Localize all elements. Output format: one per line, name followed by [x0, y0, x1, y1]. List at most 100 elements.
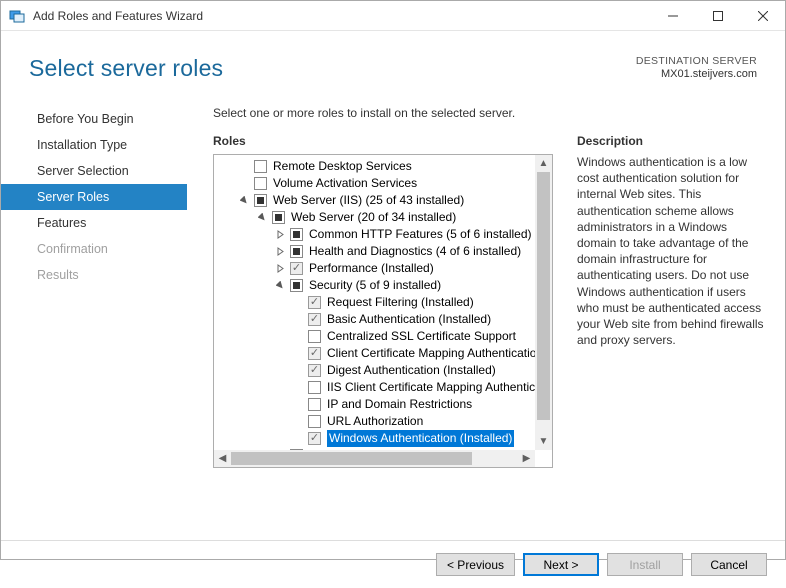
checkbox[interactable]: [308, 415, 321, 428]
tree-node[interactable]: Common HTTP Features (5 of 6 installed): [218, 226, 552, 243]
tree-node[interactable]: Security (5 of 9 installed): [218, 277, 552, 294]
checkbox[interactable]: [272, 211, 285, 224]
maximize-button[interactable]: [695, 1, 740, 31]
tree-node-label: URL Authorization: [327, 413, 423, 430]
nav-item-server-selection[interactable]: Server Selection: [1, 158, 187, 184]
checkbox[interactable]: [254, 160, 267, 173]
horizontal-scrollbar[interactable]: ◀ ▶: [214, 450, 535, 467]
description-text: Windows authentication is a low cost aut…: [577, 154, 767, 348]
tree-node[interactable]: Remote Desktop Services: [218, 158, 552, 175]
tree-node[interactable]: Basic Authentication (Installed): [218, 311, 552, 328]
tree-node[interactable]: Digest Authentication (Installed): [218, 362, 552, 379]
checkbox[interactable]: [254, 177, 267, 190]
tree-node-label: IIS Client Certificate Mapping Authentic: [327, 379, 535, 396]
destination-label: DESTINATION SERVER: [636, 55, 757, 67]
header: Select server roles DESTINATION SERVER M…: [1, 31, 785, 100]
tree-node-label: IP and Domain Restrictions: [327, 396, 472, 413]
tree-node-label: Performance (Installed): [309, 260, 434, 277]
close-button[interactable]: [740, 1, 785, 31]
previous-button[interactable]: < Previous: [436, 553, 515, 576]
tree-node-label: Common HTTP Features (5 of 6 installed): [309, 226, 532, 243]
tree-node-label: Windows Authentication (Installed): [327, 430, 514, 447]
vertical-scrollbar[interactable]: ▲ ▼: [535, 155, 552, 450]
tree-node-label: Remote Desktop Services: [273, 158, 412, 175]
tree-node-label: Digest Authentication (Installed): [327, 362, 496, 379]
nav-item-server-roles[interactable]: Server Roles: [1, 184, 187, 210]
tree-node-label: Centralized SSL Certificate Support: [327, 328, 516, 345]
scroll-down-icon[interactable]: ▼: [535, 433, 552, 450]
nav-item-features[interactable]: Features: [1, 210, 187, 236]
expander-placeholder: [238, 178, 250, 190]
window-title: Add Roles and Features Wizard: [33, 9, 650, 23]
checkbox[interactable]: [308, 381, 321, 394]
expand-icon[interactable]: [274, 246, 286, 258]
checkbox[interactable]: [254, 194, 267, 207]
expander-placeholder: [292, 331, 304, 343]
collapse-icon[interactable]: [274, 280, 286, 292]
expander-placeholder: [292, 348, 304, 360]
expander-placeholder: [292, 416, 304, 428]
checkbox[interactable]: [308, 296, 321, 309]
roles-label: Roles: [213, 134, 553, 148]
wizard-nav: Before You BeginInstallation TypeServer …: [1, 100, 187, 540]
minimize-button[interactable]: [650, 1, 695, 31]
tree-node[interactable]: Centralized SSL Certificate Support: [218, 328, 552, 345]
tree-node[interactable]: IIS Client Certificate Mapping Authentic: [218, 379, 552, 396]
destination-server-block: DESTINATION SERVER MX01.steijvers.com: [636, 55, 757, 80]
checkbox[interactable]: [290, 262, 303, 275]
checkbox[interactable]: [308, 347, 321, 360]
nav-item-before-you-begin[interactable]: Before You Begin: [1, 106, 187, 132]
tree-node-label: Basic Authentication (Installed): [327, 311, 491, 328]
expander-placeholder: [292, 297, 304, 309]
tree-node[interactable]: Web Server (IIS) (25 of 43 installed): [218, 192, 552, 209]
expand-icon[interactable]: [274, 229, 286, 241]
next-button[interactable]: Next >: [523, 553, 599, 576]
tree-node[interactable]: Health and Diagnostics (4 of 6 installed…: [218, 243, 552, 260]
tree-node-label: Client Certificate Mapping Authenticatio: [327, 345, 536, 362]
tree-node[interactable]: Request Filtering (Installed): [218, 294, 552, 311]
expander-placeholder: [292, 382, 304, 394]
scroll-left-icon[interactable]: ◀: [214, 450, 231, 467]
checkbox[interactable]: [308, 313, 321, 326]
titlebar: Add Roles and Features Wizard: [1, 1, 785, 31]
nav-item-installation-type[interactable]: Installation Type: [1, 132, 187, 158]
roles-tree[interactable]: Remote Desktop ServicesVolume Activation…: [213, 154, 553, 468]
tree-node[interactable]: Windows Authentication (Installed): [218, 430, 552, 447]
tree-node[interactable]: Performance (Installed): [218, 260, 552, 277]
wizard-footer: < Previous Next > Install Cancel: [1, 540, 785, 588]
scroll-thumb-vertical[interactable]: [537, 172, 550, 420]
expander-placeholder: [292, 314, 304, 326]
nav-item-confirmation: Confirmation: [1, 236, 187, 262]
instruction-text: Select one or more roles to install on t…: [213, 106, 767, 120]
cancel-button[interactable]: Cancel: [691, 553, 767, 576]
checkbox[interactable]: [308, 432, 321, 445]
scroll-thumb-horizontal[interactable]: [231, 452, 472, 465]
install-button: Install: [607, 553, 683, 576]
checkbox[interactable]: [290, 228, 303, 241]
checkbox[interactable]: [308, 398, 321, 411]
tree-node[interactable]: Volume Activation Services: [218, 175, 552, 192]
scroll-up-icon[interactable]: ▲: [535, 155, 552, 172]
tree-node-label: Security (5 of 9 installed): [309, 277, 441, 294]
scroll-right-icon[interactable]: ▶: [518, 450, 535, 467]
tree-node[interactable]: IP and Domain Restrictions: [218, 396, 552, 413]
tree-node[interactable]: URL Authorization: [218, 413, 552, 430]
collapse-icon[interactable]: [256, 212, 268, 224]
checkbox[interactable]: [308, 330, 321, 343]
tree-node[interactable]: Web Server (20 of 34 installed): [218, 209, 552, 226]
tree-node-label: Web Server (20 of 34 installed): [291, 209, 456, 226]
tree-node[interactable]: Client Certificate Mapping Authenticatio: [218, 345, 552, 362]
checkbox[interactable]: [290, 279, 303, 292]
tree-node-label: Web Server (IIS) (25 of 43 installed): [273, 192, 464, 209]
checkbox[interactable]: [308, 364, 321, 377]
collapse-icon[interactable]: [238, 195, 250, 207]
page-heading: Select server roles: [29, 55, 223, 82]
expander-placeholder: [238, 161, 250, 173]
checkbox[interactable]: [290, 245, 303, 258]
expander-placeholder: [292, 433, 304, 445]
expander-placeholder: [292, 399, 304, 411]
expander-placeholder: [292, 365, 304, 377]
tree-node-label: Volume Activation Services: [273, 175, 417, 192]
app-icon: [9, 8, 25, 24]
expand-icon[interactable]: [274, 263, 286, 275]
